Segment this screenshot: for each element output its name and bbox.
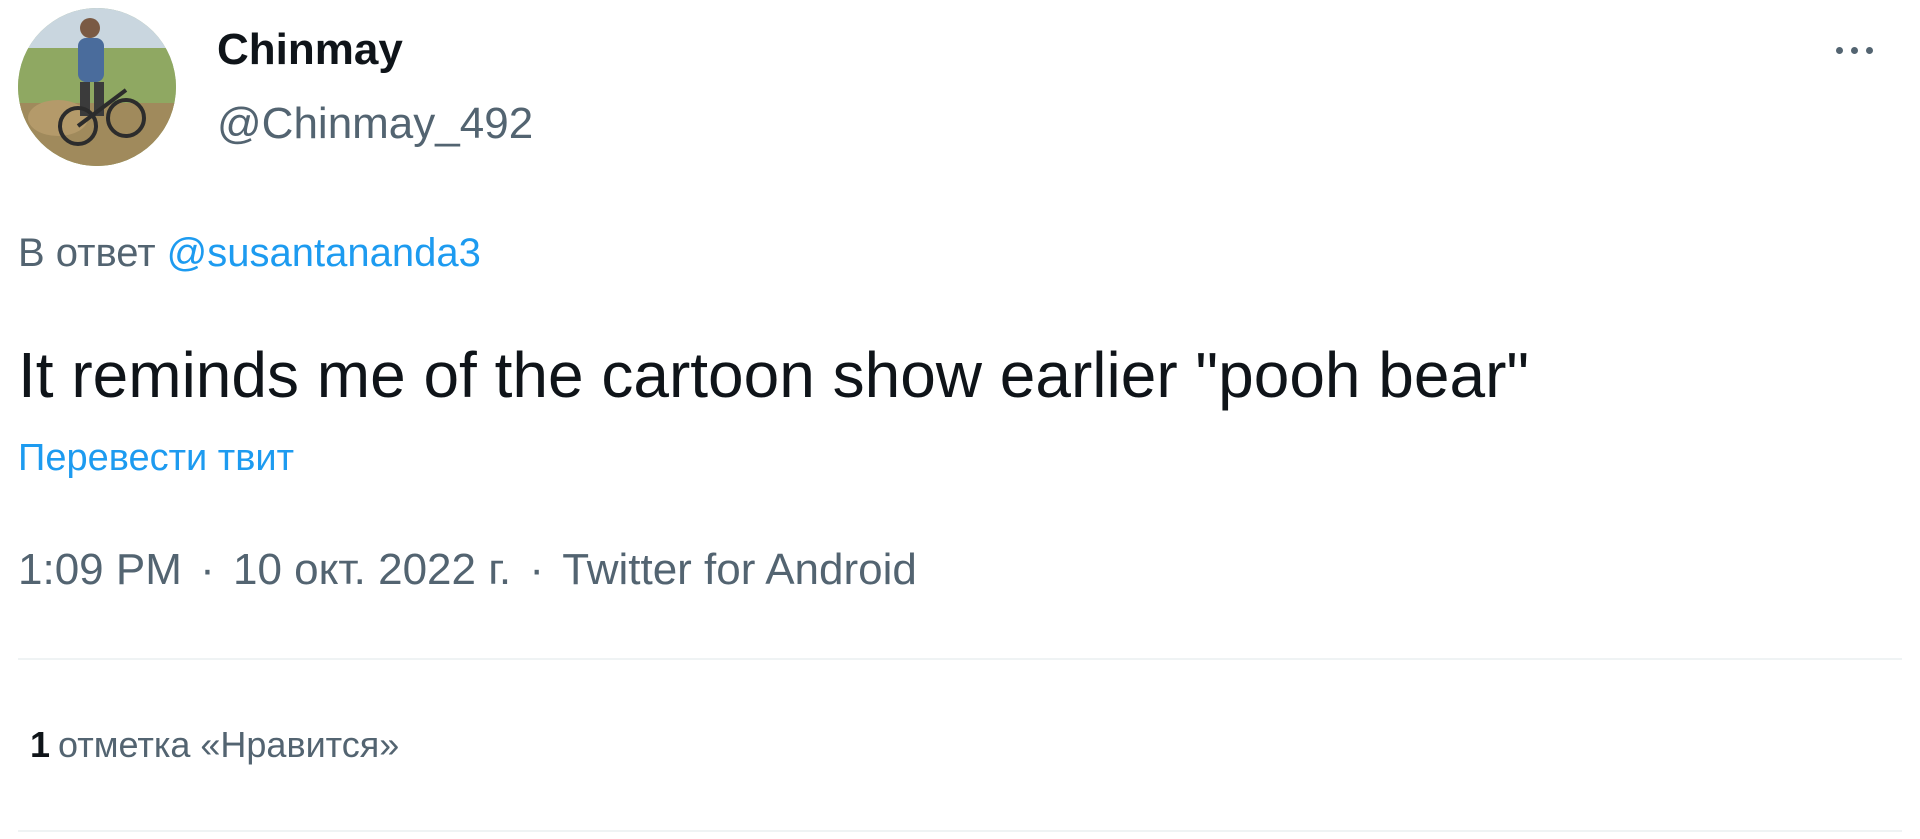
more-options-button[interactable] xyxy=(1822,30,1886,70)
likes-label: отметка «Нравится» xyxy=(58,724,400,765)
translate-tweet-link[interactable]: Перевести твит xyxy=(18,432,294,484)
author-handle[interactable]: @Chinmay_492 xyxy=(217,94,533,154)
likes-count: 1 xyxy=(30,724,51,765)
tweet-time[interactable]: 1:09 PM xyxy=(18,545,182,594)
tweet-metadata: 1:09 PM · 10 окт. 2022 г. · Twitter for … xyxy=(18,540,917,600)
tweet-detail: Chinmay @Chinmay_492 В ответ @susantanan… xyxy=(0,0,1920,839)
avatar[interactable] xyxy=(18,8,176,166)
author-display-name[interactable]: Chinmay xyxy=(217,22,533,78)
likes-count-link[interactable]: 1 отметка «Нравится» xyxy=(30,720,399,770)
divider xyxy=(18,830,1902,832)
more-horizontal-icon xyxy=(1832,46,1877,54)
tweet-text: It reminds me of the cartoon show earlie… xyxy=(18,339,1530,411)
author-block: Chinmay @Chinmay_492 xyxy=(217,22,533,154)
divider xyxy=(18,658,1902,660)
reply-mention-link[interactable]: @susantananda3 xyxy=(167,231,481,275)
reply-prefix: В ответ xyxy=(18,231,156,275)
tweet-date[interactable]: 10 окт. 2022 г. xyxy=(233,545,511,594)
meta-separator: · xyxy=(529,545,545,594)
reply-context: В ответ @susantananda3 xyxy=(18,225,481,281)
meta-separator: · xyxy=(200,545,215,594)
tweet-source-link[interactable]: Twitter for Android xyxy=(562,545,917,594)
avatar-photo xyxy=(18,8,176,166)
